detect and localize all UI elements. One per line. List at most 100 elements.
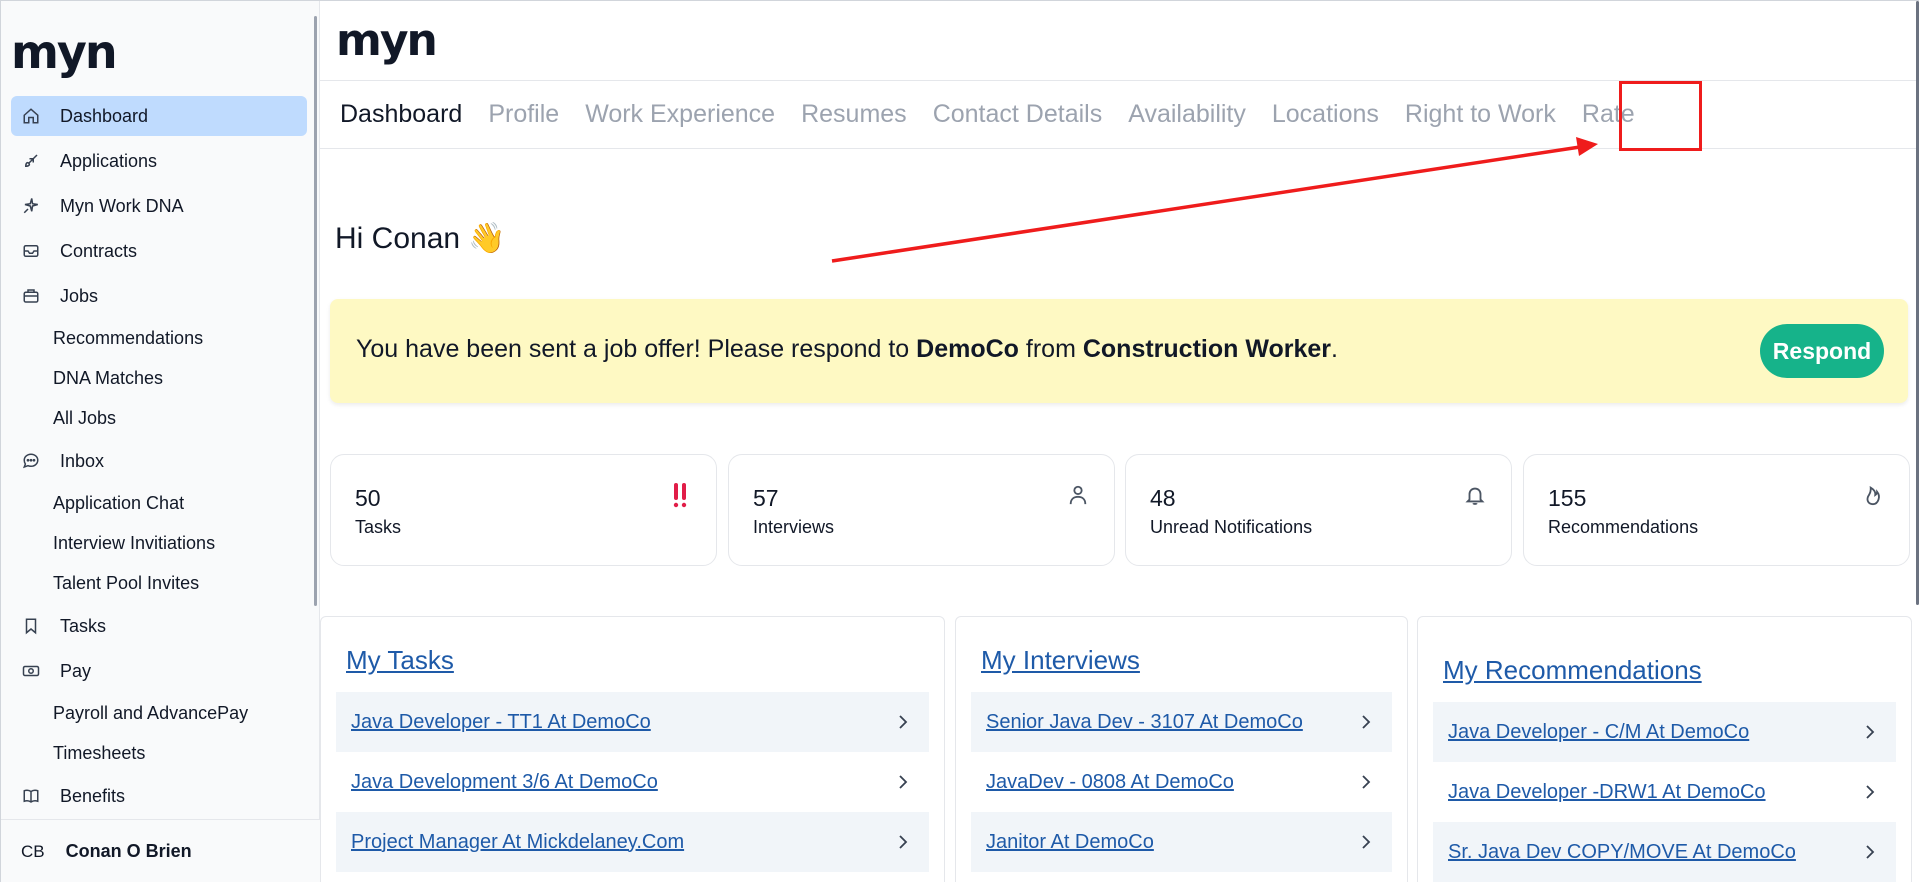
stat-value: 50	[355, 485, 381, 511]
sidebar: myn Dashboard Applications Myn Work DNA	[0, 1, 321, 882]
list-item-link[interactable]: Project Manager At Mickdelaney.Com	[351, 831, 684, 854]
sidebar-item-contracts[interactable]: Contracts	[11, 231, 307, 271]
stat-label: Unread Notifications	[1150, 517, 1313, 537]
bookmark-icon	[21, 616, 41, 636]
user-profile[interactable]: CB Conan O Brien	[1, 819, 321, 882]
sidebar-item-label: Pay	[60, 660, 92, 681]
person-icon	[1066, 481, 1090, 509]
greeting-text: Hi Conan	[335, 222, 461, 255]
my-tasks-title[interactable]: My Tasks	[346, 645, 454, 676]
list-item-link[interactable]: Java Development 3/6 At DemoCo	[351, 771, 658, 794]
sidebar-item-interview-invitations[interactable]: Interview Invitiations	[11, 526, 307, 561]
stat-label: Interviews	[753, 517, 835, 537]
sidebar-item-myn-work-dna[interactable]: Myn Work DNA	[11, 186, 307, 226]
list-item[interactable]: Senior Java Dev - 3107 At DemoCo	[971, 692, 1392, 752]
tab-work-experience[interactable]: Work Experience	[585, 100, 775, 129]
tab-profile[interactable]: Profile	[488, 100, 559, 129]
list-item[interactable]: Java Development 3/6 At DemoCo	[336, 752, 929, 812]
list-item[interactable]: JavaDev - 0808 At DemoCo	[971, 752, 1392, 812]
stat-card-recommendations[interactable]: 155 Recommendations	[1523, 454, 1910, 566]
sidebar-item-recommendations[interactable]: Recommendations	[11, 321, 307, 356]
sidebar-scrollbar[interactable]	[314, 16, 317, 606]
list-item[interactable]: Sr. Java Dev COPY/MOVE At DemoCo	[1433, 822, 1896, 882]
list-item-link[interactable]: Java Developer - C/M At DemoCo	[1448, 721, 1749, 744]
tab-availability[interactable]: Availability	[1128, 100, 1246, 129]
my-interviews-title[interactable]: My Interviews	[981, 645, 1140, 676]
sidebar-item-benefits[interactable]: Benefits	[11, 776, 307, 816]
chevron-right-icon	[1362, 715, 1371, 729]
chevron-right-icon	[899, 775, 908, 789]
header-logo[interactable]: myn	[336, 19, 438, 63]
sidebar-item-dashboard[interactable]: Dashboard	[11, 96, 307, 136]
wave-emoji-icon: 👋	[468, 222, 506, 255]
stat-card-interviews[interactable]: 57 Interviews	[728, 454, 1115, 566]
bell-icon	[1463, 481, 1487, 509]
sidebar-item-jobs[interactable]: Jobs	[11, 276, 307, 316]
my-tasks-panel: My Tasks Java Developer - TT1 At DemoCo …	[320, 616, 945, 882]
sidebar-item-label: Contracts	[60, 240, 138, 261]
list-item-link[interactable]: Java Developer -DRW1 At DemoCo	[1448, 781, 1766, 804]
chevron-right-icon	[899, 715, 908, 729]
list-item-link[interactable]: JavaDev - 0808 At DemoCo	[986, 771, 1234, 794]
list-item[interactable]: Java Developer -DRW1 At DemoCo	[1433, 762, 1896, 822]
stat-value: 155	[1548, 485, 1587, 511]
chevron-right-icon	[1866, 845, 1875, 859]
my-recommendations-list: Java Developer - C/M At DemoCo Java Deve…	[1433, 702, 1896, 882]
respond-button[interactable]: Respond	[1760, 324, 1884, 378]
chevron-right-icon	[899, 835, 908, 849]
sidebar-item-talent-pool-invites[interactable]: Talent Pool Invites	[11, 566, 307, 601]
book-icon	[21, 786, 41, 806]
tab-contact-details[interactable]: Contact Details	[933, 100, 1103, 129]
stat-label: Tasks	[355, 517, 402, 537]
inbox-tray-icon	[21, 241, 41, 261]
sidebar-item-application-chat[interactable]: Application Chat	[11, 486, 307, 521]
sparkle-icon	[21, 196, 41, 216]
sidebar-item-label: Dashboard	[60, 105, 149, 126]
home-icon	[21, 106, 41, 126]
app-window: myn Dashboard Applications Myn Work DNA	[0, 0, 1919, 882]
stat-label: Recommendations	[1548, 517, 1699, 537]
sidebar-item-pay[interactable]: Pay	[11, 651, 307, 691]
offer-company: DemoCo	[916, 335, 1019, 363]
sidebar-item-payroll[interactable]: Payroll and AdvancePay	[11, 696, 307, 731]
offer-suffix: .	[1331, 335, 1338, 363]
money-icon	[21, 661, 41, 681]
sidebar-item-dna-matches[interactable]: DNA Matches	[11, 361, 307, 396]
tab-dashboard[interactable]: Dashboard	[340, 100, 462, 129]
my-interviews-panel: My Interviews Senior Java Dev - 3107 At …	[955, 616, 1408, 882]
sidebar-item-all-jobs[interactable]: All Jobs	[11, 401, 307, 436]
list-item-link[interactable]: Janitor At DemoCo	[986, 831, 1154, 854]
sidebar-item-label: Inbox	[60, 450, 105, 471]
sidebar-item-applications[interactable]: Applications	[11, 141, 307, 181]
list-item[interactable]: Java Developer - TT1 At DemoCo	[336, 692, 929, 752]
tab-right-to-work[interactable]: Right to Work	[1405, 100, 1556, 129]
list-item-link[interactable]: Java Developer - TT1 At DemoCo	[351, 711, 651, 734]
stat-value: 57	[753, 485, 779, 511]
list-item[interactable]: Janitor At DemoCo	[971, 812, 1392, 872]
list-item-link[interactable]: Sr. Java Dev COPY/MOVE At DemoCo	[1448, 841, 1796, 864]
job-offer-message: You have been sent a job offer! Please r…	[356, 335, 1338, 364]
offer-middle: from	[1018, 335, 1083, 363]
chevron-right-icon	[1362, 835, 1371, 849]
tab-resumes[interactable]: Resumes	[801, 100, 907, 129]
my-recommendations-title[interactable]: My Recommendations	[1443, 655, 1702, 686]
list-item[interactable]: Project Manager At Mickdelaney.Com	[336, 812, 929, 872]
sidebar-item-timesheets[interactable]: Timesheets	[11, 736, 307, 771]
sidebar-item-label: Applications	[60, 150, 158, 171]
annotation-highlight-box	[1619, 81, 1702, 151]
list-item-link[interactable]: Senior Java Dev - 3107 At DemoCo	[986, 711, 1303, 734]
my-recommendations-panel: My Recommendations Java Developer - C/M …	[1417, 616, 1912, 882]
flame-icon	[1861, 481, 1885, 509]
sidebar-item-tasks[interactable]: Tasks	[11, 606, 307, 646]
tab-locations[interactable]: Locations	[1272, 100, 1379, 129]
briefcase-icon	[21, 286, 41, 306]
sidebar-logo[interactable]: myn	[11, 29, 118, 75]
chat-icon	[21, 451, 41, 471]
sidebar-item-inbox[interactable]: Inbox	[11, 441, 307, 481]
chevron-right-icon	[1866, 785, 1875, 799]
my-tasks-list: Java Developer - TT1 At DemoCo Java Deve…	[336, 692, 929, 872]
list-item[interactable]: Java Developer - C/M At DemoCo	[1433, 702, 1896, 762]
stat-card-tasks[interactable]: 50 Tasks	[330, 454, 717, 566]
double-exclamation-icon	[668, 481, 692, 509]
stat-card-notifications[interactable]: 48 Unread Notifications	[1125, 454, 1512, 566]
